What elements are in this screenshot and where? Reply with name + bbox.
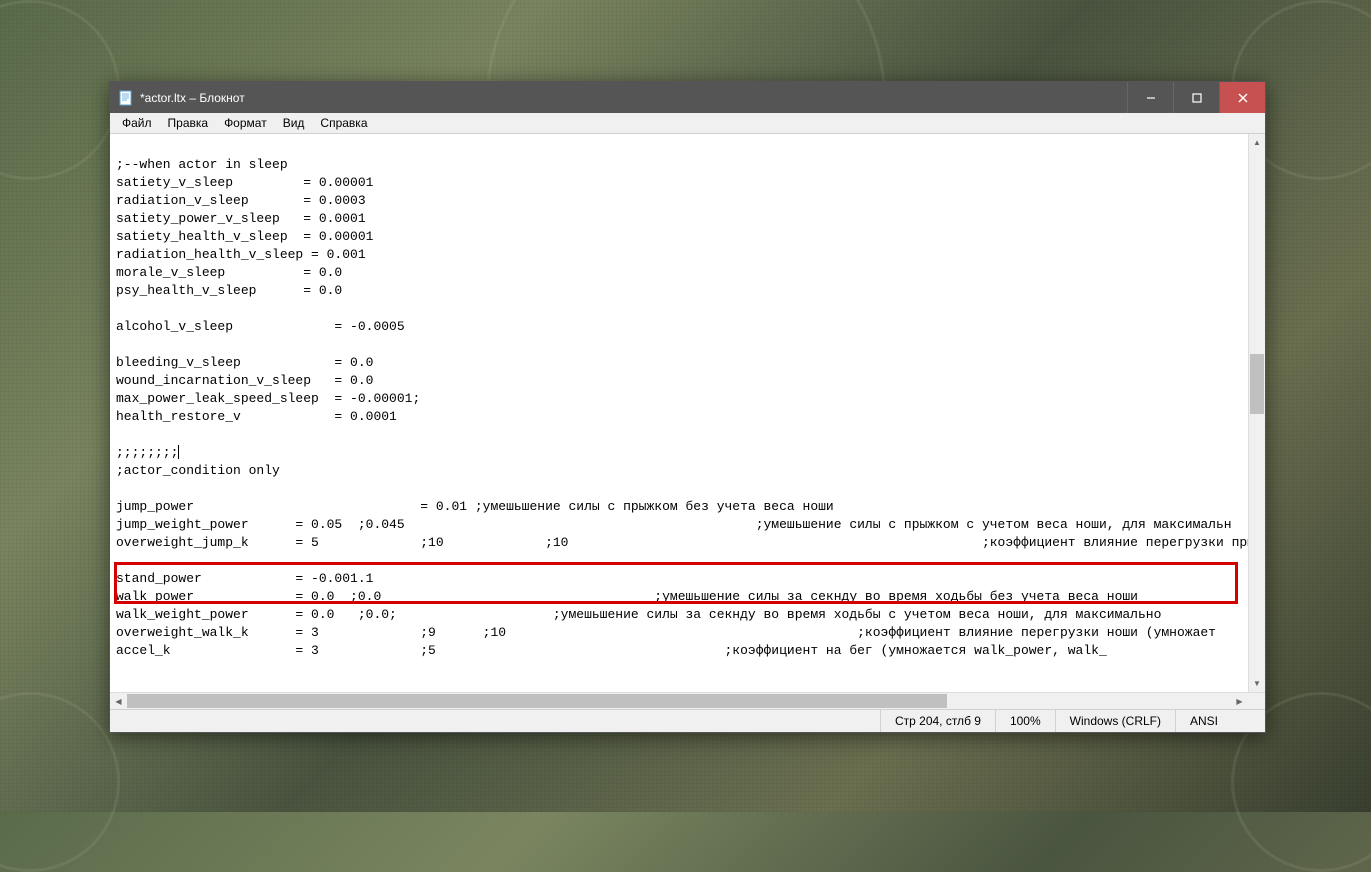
notepad-window: *actor.ltx – Блокнот Файл Правка Формат …	[109, 81, 1266, 733]
scroll-corner	[1248, 693, 1265, 709]
horizontal-scrollbar[interactable]: ◀ ▶	[110, 693, 1248, 709]
menu-file[interactable]: Файл	[114, 114, 160, 132]
menu-view[interactable]: Вид	[275, 114, 313, 132]
close-icon	[1238, 93, 1248, 103]
vertical-scrollbar[interactable]: ▲ ▼	[1248, 134, 1265, 692]
notepad-icon	[118, 90, 134, 106]
close-button[interactable]	[1219, 82, 1265, 113]
menu-format[interactable]: Формат	[216, 114, 275, 132]
status-position: Стр 204, стлб 9	[880, 710, 995, 732]
scroll-left-icon[interactable]: ◀	[110, 693, 127, 709]
maximize-button[interactable]	[1173, 82, 1219, 113]
menu-help[interactable]: Справка	[312, 114, 375, 132]
status-encoding: ANSI	[1175, 710, 1265, 732]
status-line-ending: Windows (CRLF)	[1055, 710, 1175, 732]
status-zoom: 100%	[995, 710, 1055, 732]
statusbar: Стр 204, стлб 9 100% Windows (CRLF) ANSI	[110, 709, 1265, 732]
horizontal-scroll-thumb[interactable]	[127, 694, 947, 708]
scroll-right-icon[interactable]: ▶	[1231, 693, 1248, 709]
maximize-icon	[1192, 93, 1202, 103]
titlebar[interactable]: *actor.ltx – Блокнот	[110, 82, 1265, 113]
text-editor[interactable]: ;--when actor in sleep satiety_v_sleep =…	[110, 134, 1248, 692]
minimize-icon	[1146, 93, 1156, 103]
minimize-button[interactable]	[1127, 82, 1173, 113]
vertical-scroll-thumb[interactable]	[1250, 354, 1264, 414]
scroll-down-icon[interactable]: ▼	[1249, 675, 1265, 692]
window-title: *actor.ltx – Блокнот	[140, 91, 1127, 105]
scroll-up-icon[interactable]: ▲	[1249, 134, 1265, 151]
menu-edit[interactable]: Правка	[160, 114, 217, 132]
menubar: Файл Правка Формат Вид Справка	[110, 113, 1265, 134]
